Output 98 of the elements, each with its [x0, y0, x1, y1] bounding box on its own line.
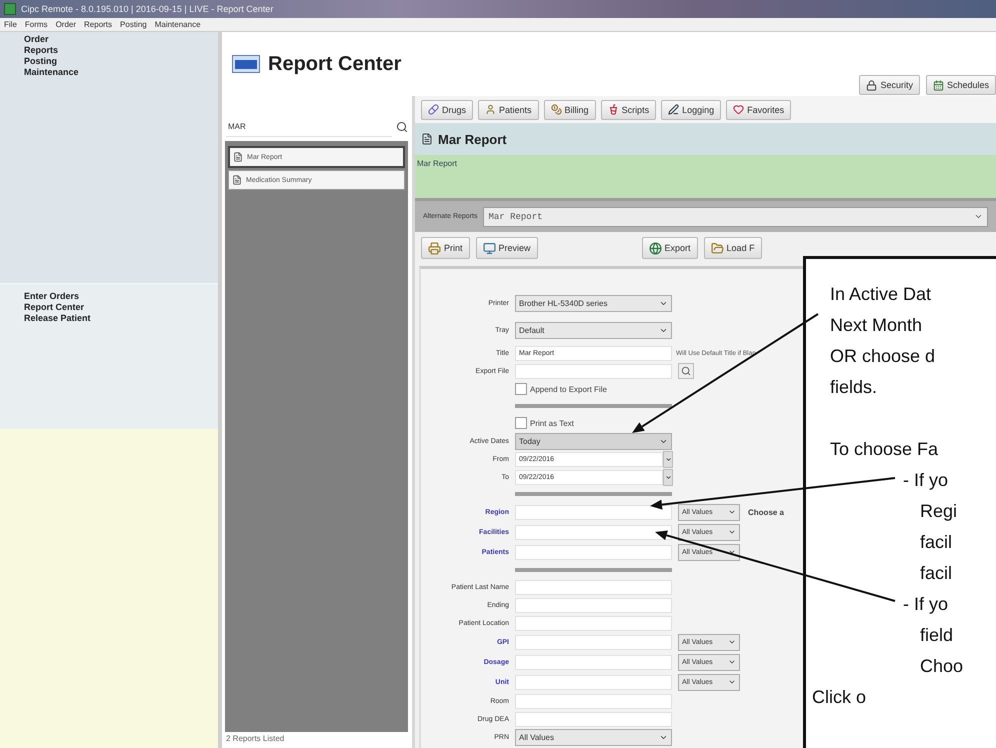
caret-icon [728, 678, 736, 686]
pill-icon [428, 104, 439, 115]
nav-item[interactable]: Order [24, 34, 218, 45]
task-link[interactable]: Release Patient [24, 313, 218, 324]
window-title: Cipc Remote - 8.0.195.010 | 2016-09-15 | LIVE - Report Center [21, 4, 274, 14]
lock-icon [866, 80, 878, 90]
dropdown[interactable]: All Values [515, 728, 672, 746]
callout-text: fields. [829, 376, 878, 399]
callout-text: Click o [811, 686, 866, 709]
menu-item[interactable]: Forms [24, 20, 48, 29]
task-link[interactable]: Report Center [24, 302, 218, 313]
category-button[interactable]: Logging [661, 100, 722, 120]
input-field[interactable] [515, 524, 672, 540]
action-button[interactable]: Print [421, 237, 470, 259]
spinner-button[interactable] [663, 468, 673, 486]
category-button[interactable]: Favorites [726, 100, 792, 120]
callout-text: OR choose d [829, 345, 936, 368]
caret-icon [728, 528, 736, 536]
document-icon [233, 152, 243, 162]
nav-item[interactable]: Posting [24, 56, 218, 67]
callout-text: facil [919, 562, 952, 585]
search-icon [681, 366, 691, 376]
action-button[interactable]: Preview [476, 237, 538, 259]
app-icon [4, 3, 16, 15]
person-icon [485, 104, 496, 115]
report-description: Mar Report [417, 159, 458, 168]
menu-item[interactable]: Maintenance [154, 20, 201, 29]
document-icon [421, 133, 433, 145]
callout-text: In Active Dat [829, 283, 932, 306]
nav-item[interactable]: Reports [24, 45, 218, 56]
callout-text: facil [919, 531, 952, 554]
category-button[interactable]: Billing [544, 100, 596, 120]
heart-icon [733, 104, 744, 115]
dropdown[interactable]: Today [515, 432, 672, 450]
page-title: Report Center [268, 53, 402, 76]
header-button[interactable]: Security [859, 75, 920, 95]
monitor-icon [482, 242, 496, 254]
dropdown[interactable]: Brother HL-5340D series [515, 295, 672, 312]
task-link[interactable]: Enter Orders [24, 291, 218, 302]
folder-icon [710, 242, 724, 254]
input-field[interactable] [515, 544, 672, 560]
input-field[interactable] [515, 674, 672, 690]
window-icon [232, 55, 260, 73]
caret-icon [659, 326, 668, 335]
input-field[interactable] [515, 712, 672, 726]
action-button[interactable]: Export [642, 237, 698, 259]
pen-icon [668, 104, 680, 115]
caret-icon [728, 548, 736, 556]
callout-text: Choo [919, 655, 964, 678]
spinner-button[interactable] [663, 450, 673, 468]
menu-item[interactable]: Order [56, 20, 76, 29]
browse-button[interactable] [678, 363, 694, 379]
checkbox[interactable] [515, 383, 527, 395]
input-field[interactable] [515, 634, 672, 650]
callout-text: Regi [919, 500, 958, 523]
action-button[interactable]: Load F [704, 237, 762, 259]
calendar-icon [932, 80, 944, 90]
globe-icon [648, 242, 662, 254]
caret-icon [974, 212, 983, 221]
callout-text: To choose Fa [829, 438, 938, 461]
nav-item[interactable]: Maintenance [24, 67, 218, 78]
status-text: 2 Reports Listed [225, 733, 286, 745]
category-button[interactable]: Drugs [421, 100, 474, 120]
caret-icon [728, 658, 736, 666]
cup-icon [608, 104, 619, 115]
input-field[interactable] [515, 616, 672, 630]
checkbox-label: Append to Export File [530, 384, 607, 394]
callout-text: Next Month [829, 314, 922, 337]
menu-item[interactable]: File [4, 20, 17, 29]
coins-icon [550, 104, 562, 115]
checkbox[interactable] [515, 417, 527, 429]
category-button[interactable]: Patients [478, 100, 539, 120]
input-field[interactable] [515, 654, 672, 670]
hint-text: Choose a [748, 508, 784, 516]
input-field[interactable] [515, 504, 672, 520]
input-field[interactable] [515, 598, 672, 612]
caret-icon [664, 474, 672, 480]
document-icon [232, 175, 242, 185]
input-field[interactable] [515, 580, 672, 594]
header-button[interactable]: Schedules [926, 75, 996, 95]
input-field[interactable] [515, 364, 672, 378]
menu-item[interactable]: Reports [84, 20, 112, 29]
dropdown[interactable]: Mar Report [483, 206, 988, 226]
callout-text: field [919, 624, 954, 647]
caret-icon [728, 638, 736, 646]
caret-icon [664, 456, 672, 462]
report-title: Mar Report [438, 132, 507, 146]
callout-text: - If yo [902, 469, 948, 492]
callout-text: - If yo [902, 593, 948, 616]
printer-icon [428, 242, 441, 254]
search-icon[interactable] [396, 121, 408, 133]
category-button[interactable]: Scripts [600, 100, 656, 120]
input-field[interactable] [515, 694, 672, 708]
menu-item[interactable]: Posting [120, 20, 147, 29]
checkbox-label: Print as Text [530, 418, 574, 428]
dropdown[interactable]: Default [515, 322, 672, 339]
caret-icon [659, 299, 668, 308]
caret-icon [728, 508, 736, 516]
